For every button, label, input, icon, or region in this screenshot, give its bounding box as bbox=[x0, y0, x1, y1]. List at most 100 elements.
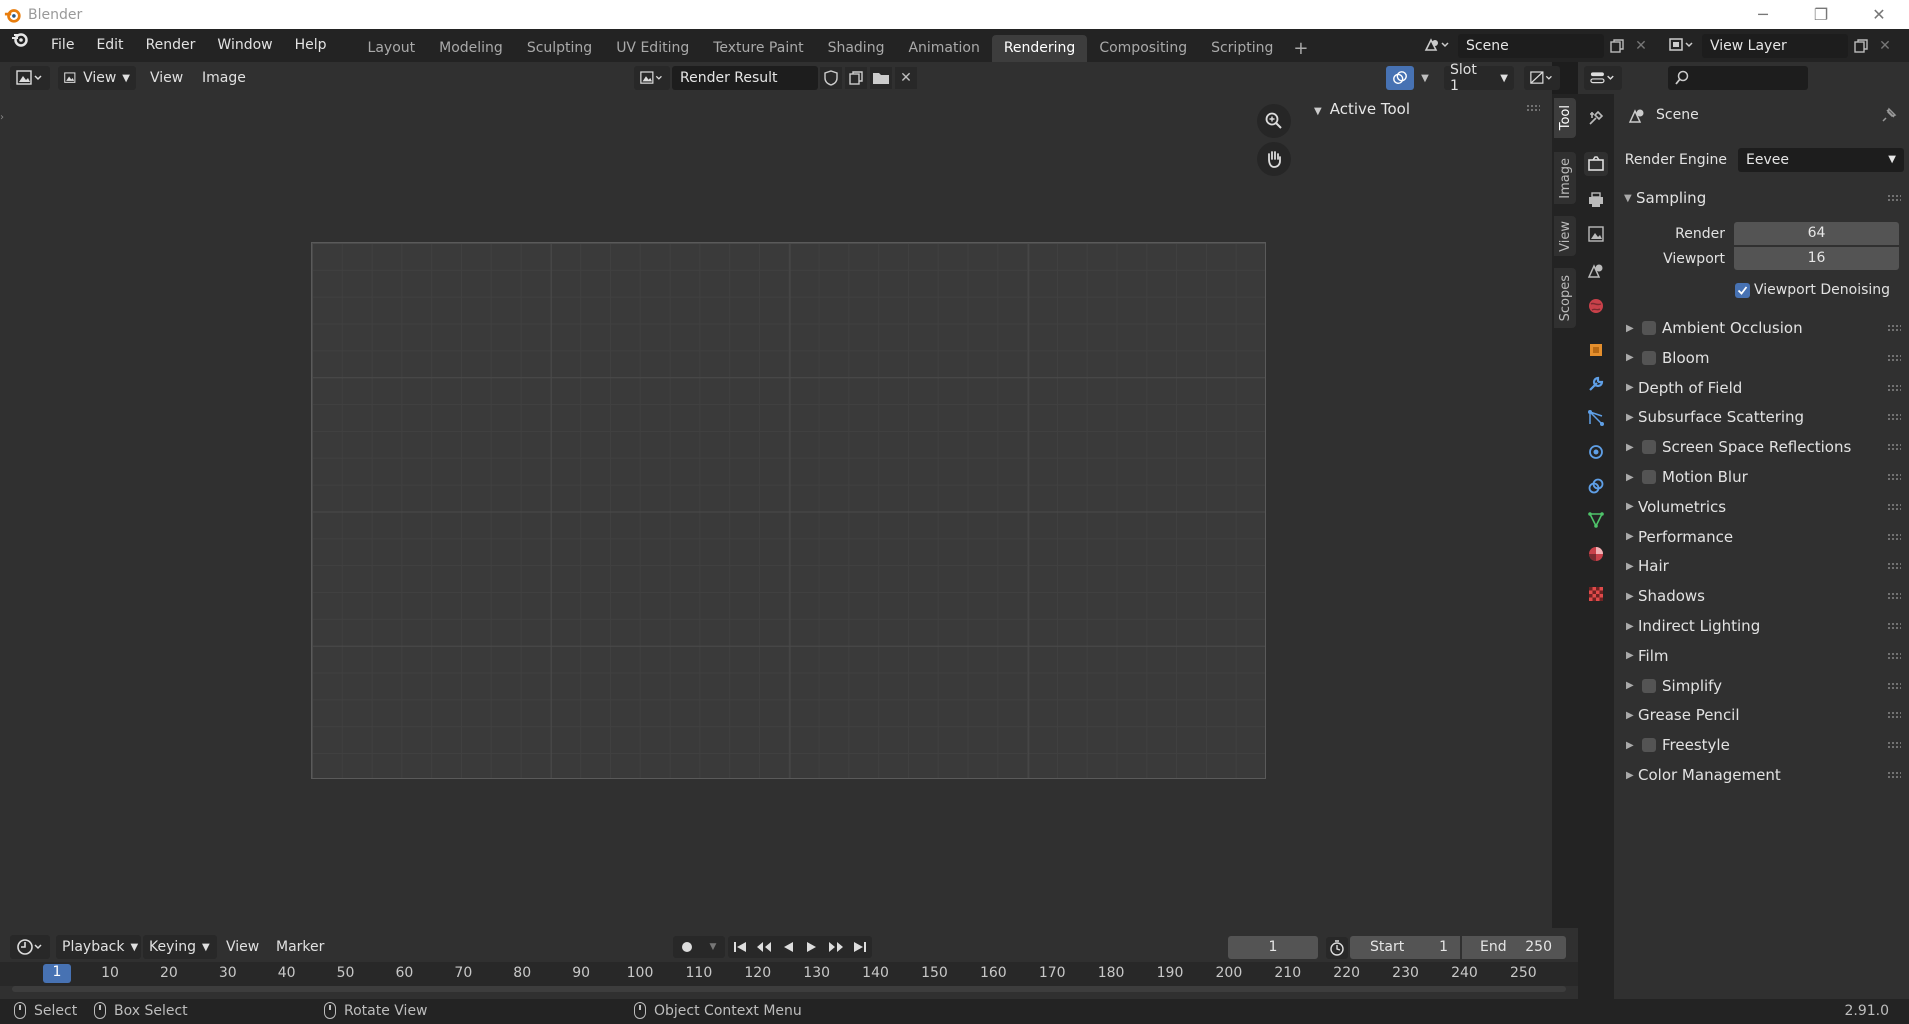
menu-edit[interactable]: Edit bbox=[85, 29, 134, 62]
render-properties-icon[interactable] bbox=[1584, 152, 1608, 176]
overlay-toggle-icon[interactable] bbox=[1386, 66, 1414, 90]
drag-grip-icon[interactable] bbox=[1887, 592, 1901, 601]
properties-search-input[interactable] bbox=[1668, 66, 1808, 90]
scene-browse-icon[interactable] bbox=[1420, 34, 1454, 56]
physics-icon[interactable] bbox=[1584, 440, 1608, 464]
panel-film-header[interactable]: ▶ Film bbox=[1614, 642, 1909, 670]
panel-depth-of-field-header[interactable]: ▶ Depth of Field bbox=[1614, 374, 1909, 402]
drag-grip-icon[interactable] bbox=[1887, 473, 1901, 481]
view-layer-name-field[interactable]: View Layer bbox=[1702, 34, 1848, 58]
render-engine-dropdown[interactable]: Eevee ▼ bbox=[1738, 148, 1904, 172]
drag-grip-icon[interactable] bbox=[1887, 413, 1901, 422]
close-window-button[interactable]: ✕ bbox=[1850, 0, 1908, 29]
panel-freestyle-checkbox[interactable] bbox=[1642, 738, 1656, 753]
drag-grip-icon[interactable] bbox=[1887, 622, 1901, 630]
constraints-icon[interactable] bbox=[1584, 474, 1608, 498]
panel-performance-header[interactable]: ▶ Performance bbox=[1614, 523, 1909, 551]
texture-icon[interactable] bbox=[1584, 582, 1608, 606]
panel-ambient-occlusion-checkbox[interactable] bbox=[1642, 321, 1656, 335]
particles-icon[interactable] bbox=[1584, 406, 1608, 430]
blender-menu-icon[interactable] bbox=[0, 29, 40, 62]
scene-properties-icon[interactable] bbox=[1584, 258, 1608, 282]
panel-subsurface-scattering-header[interactable]: ▶ Subsurface Scattering bbox=[1614, 403, 1909, 431]
new-image-icon[interactable] bbox=[845, 67, 867, 89]
new-view-layer-icon[interactable] bbox=[1850, 35, 1872, 57]
keying-dropdown-chevron-icon[interactable]: ▼ bbox=[701, 936, 725, 958]
viewport-samples-field[interactable]: 16 bbox=[1734, 247, 1899, 270]
panel-bloom-header[interactable]: ▶ Bloom bbox=[1614, 344, 1909, 372]
timeline-menu-view[interactable]: View bbox=[220, 935, 265, 959]
material-icon[interactable] bbox=[1584, 542, 1608, 566]
panel-freestyle-header[interactable]: ▶ Freestyle bbox=[1614, 731, 1909, 759]
drag-grip-icon[interactable] bbox=[1887, 741, 1901, 750]
panel-grease-pencil-header[interactable]: ▶ Grease Pencil bbox=[1614, 701, 1909, 729]
minimize-button[interactable]: ─ bbox=[1734, 0, 1792, 29]
drag-grip-icon[interactable] bbox=[1887, 681, 1901, 690]
active-tool-header[interactable]: ▼ Active Tool bbox=[1314, 100, 1410, 118]
panel-bloom-checkbox[interactable] bbox=[1642, 350, 1656, 365]
drag-grip-icon[interactable] bbox=[1887, 383, 1901, 392]
menu-view[interactable]: View bbox=[144, 66, 189, 90]
panel-shadows-header[interactable]: ▶ Shadows bbox=[1614, 582, 1909, 610]
play-icon[interactable] bbox=[800, 936, 824, 958]
timeline-frame-ruler[interactable]: 1 10 20 30 40 50 60 70 80 90 100 110 120 130 140 150 160… bbox=[0, 962, 1578, 986]
end-frame-field[interactable]: End 250 bbox=[1462, 936, 1566, 959]
object-properties-icon[interactable] bbox=[1584, 338, 1608, 362]
panel-screen-space-reflections-checkbox[interactable] bbox=[1642, 440, 1656, 455]
drag-grip-icon[interactable] bbox=[1887, 194, 1901, 202]
view-layer-properties-icon[interactable] bbox=[1584, 222, 1608, 246]
modifier-wrench-icon[interactable] bbox=[1584, 372, 1608, 396]
drag-grip-icon[interactable] bbox=[1887, 353, 1901, 362]
tab-texture-paint[interactable]: Texture Paint bbox=[701, 35, 815, 62]
jump-to-start-icon[interactable] bbox=[728, 936, 752, 958]
viewport-denoising-row[interactable]: Viewport Denoising bbox=[1614, 276, 1909, 304]
tab-tool[interactable]: Tool bbox=[1554, 98, 1576, 138]
tab-scripting[interactable]: Scripting bbox=[1199, 35, 1285, 62]
mode-view-dropdown[interactable]: View ▼ bbox=[58, 66, 136, 90]
timeline-editor-type-icon[interactable] bbox=[10, 935, 50, 959]
tab-rendering[interactable]: Rendering bbox=[991, 35, 1088, 62]
open-folder-icon[interactable] bbox=[870, 67, 892, 89]
start-frame-field[interactable]: Start 1 bbox=[1350, 936, 1460, 959]
editor-type-icon[interactable] bbox=[10, 66, 50, 90]
drag-grip-icon[interactable] bbox=[1887, 711, 1901, 720]
tool-settings-icon[interactable] bbox=[1584, 106, 1608, 130]
menu-window[interactable]: Window bbox=[206, 29, 283, 62]
panel-color-management-header[interactable]: ▶ Color Management bbox=[1614, 761, 1909, 789]
tab-image[interactable]: Image bbox=[1554, 152, 1576, 204]
keying-menu[interactable]: Keying ▼ bbox=[143, 935, 217, 959]
panel-motion-blur-checkbox[interactable] bbox=[1642, 470, 1656, 484]
menu-help[interactable]: Help bbox=[284, 29, 338, 62]
display-channels-icon[interactable] bbox=[1524, 66, 1560, 90]
view-layer-browse-icon[interactable] bbox=[1664, 34, 1698, 56]
zoom-icon[interactable] bbox=[1257, 104, 1291, 138]
panel-motion-blur-header[interactable]: ▶ Motion Blur bbox=[1614, 463, 1909, 491]
image-name-field[interactable]: Render Result bbox=[672, 66, 818, 90]
tab-shading[interactable]: Shading bbox=[816, 35, 897, 62]
tab-scopes[interactable]: Scopes bbox=[1554, 268, 1576, 328]
render-slot-dropdown[interactable]: Slot 1 ▼ bbox=[1444, 62, 1514, 94]
browse-image-icon[interactable] bbox=[634, 66, 670, 90]
new-scene-icon[interactable] bbox=[1606, 35, 1628, 57]
play-reverse-icon[interactable] bbox=[776, 936, 800, 958]
record-keyframe-icon[interactable] bbox=[673, 936, 701, 958]
drag-grip-icon[interactable] bbox=[1887, 324, 1901, 332]
timeline-scrollbar[interactable] bbox=[12, 986, 1566, 992]
jump-to-next-keyframe-icon[interactable] bbox=[824, 936, 848, 958]
overlay-dropdown-chevron-icon[interactable]: ▼ bbox=[1414, 67, 1436, 89]
world-properties-icon[interactable] bbox=[1584, 294, 1608, 318]
drag-grip-icon[interactable] bbox=[1526, 104, 1540, 112]
menu-file[interactable]: File bbox=[40, 29, 85, 62]
output-properties-icon[interactable] bbox=[1584, 188, 1608, 212]
panel-hair-header[interactable]: ▶ Hair bbox=[1614, 552, 1909, 580]
unlink-image-close-icon[interactable]: ✕ bbox=[895, 67, 917, 89]
playback-menu[interactable]: Playback ▼ bbox=[56, 935, 141, 959]
drag-grip-icon[interactable] bbox=[1887, 771, 1901, 779]
panel-simplify-checkbox[interactable] bbox=[1642, 678, 1656, 693]
timeline-menu-marker[interactable]: Marker bbox=[270, 935, 330, 959]
drag-grip-icon[interactable] bbox=[1887, 532, 1901, 541]
tab-modeling[interactable]: Modeling bbox=[427, 35, 515, 62]
current-frame-field[interactable]: 1 bbox=[1228, 936, 1318, 959]
panel-volumetrics-header[interactable]: ▶ Volumetrics bbox=[1614, 493, 1909, 521]
tab-animation[interactable]: Animation bbox=[896, 35, 991, 62]
